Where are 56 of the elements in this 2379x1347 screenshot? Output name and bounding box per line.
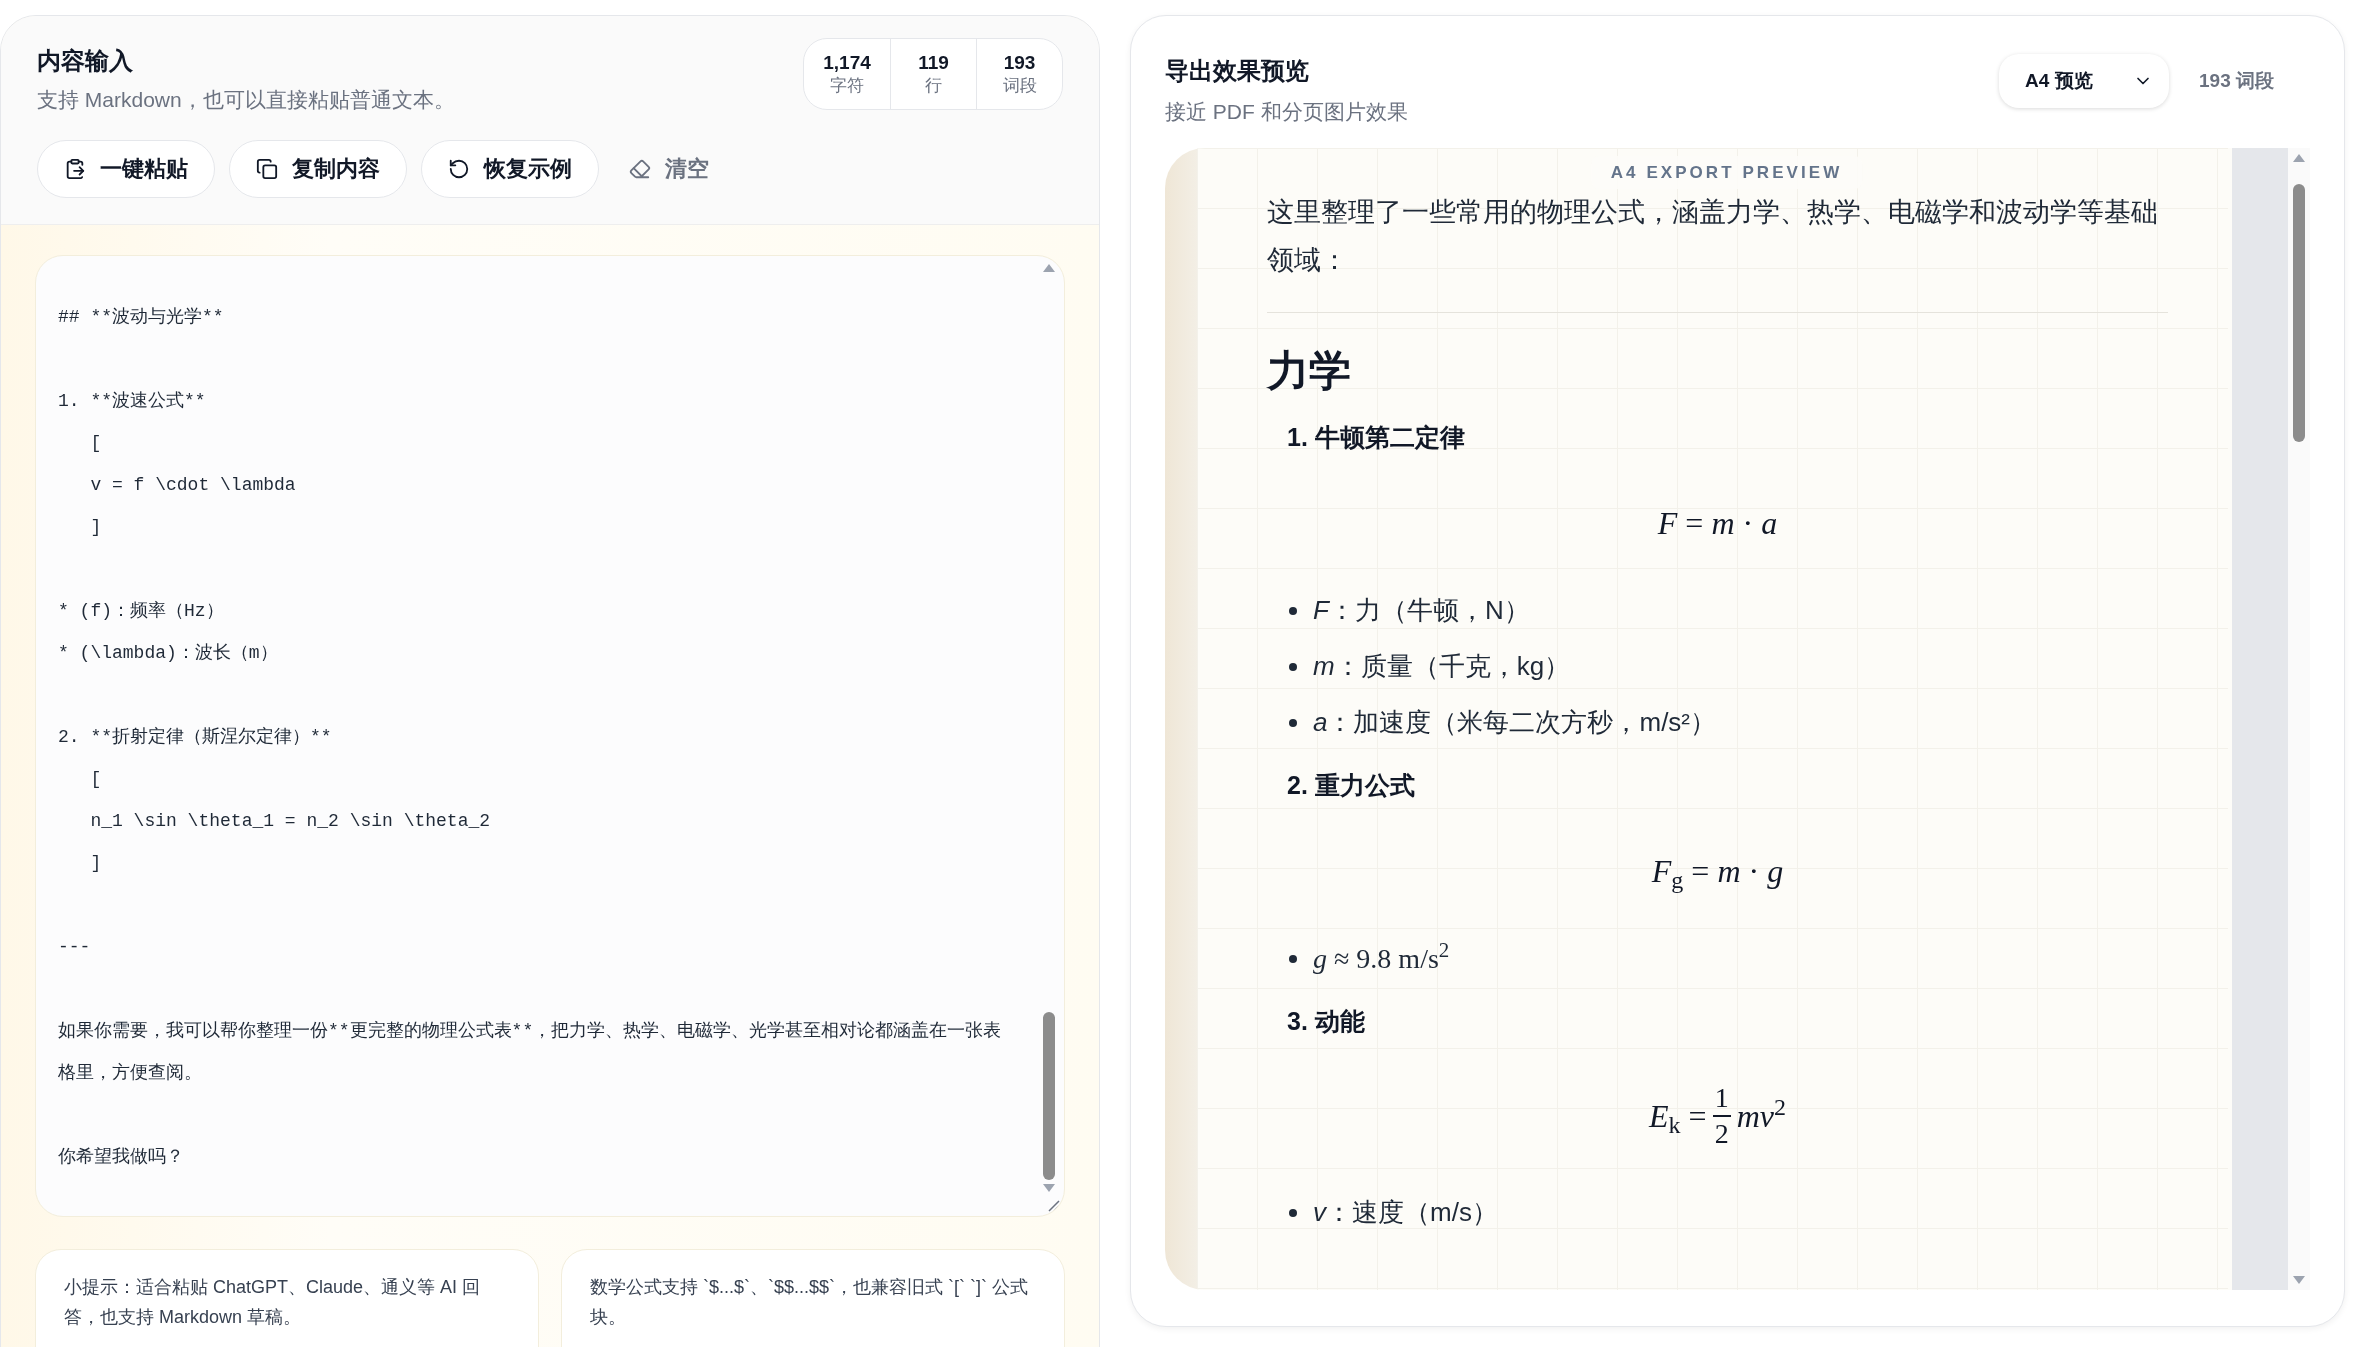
eraser-icon: [629, 157, 651, 180]
stat-value: 193: [1003, 51, 1036, 75]
clipboard-icon: [64, 157, 86, 180]
item-title: 1. 牛顿第二定律: [1287, 421, 1466, 453]
editor-line: 1. **波速公式**: [58, 389, 207, 413]
undo-icon: [448, 157, 470, 180]
editor-line: [: [89, 431, 103, 455]
bullet-icon: [1289, 1208, 1297, 1217]
editor-line: ## **波动与光学**: [58, 305, 225, 329]
bullet-icon: [1289, 662, 1297, 671]
toolbar-button[interactable]: 复制内容: [229, 139, 407, 198]
toolbar-button[interactable]: 清空: [613, 139, 725, 198]
panel-subtitle: 接近 PDF 和分页图片效果: [1165, 99, 1408, 125]
panel-subtitle: 支持 Markdown，也可以直接粘贴普通文本。: [37, 87, 455, 113]
editor-line: 你希望我做吗？: [58, 1145, 185, 1169]
toolbar-button[interactable]: 恢复示例: [421, 139, 599, 198]
bullet-text: a：加速度（米每二次方秒，m/s²）: [1313, 706, 1716, 739]
editor-line: v = f \cdot \lambda: [89, 473, 297, 497]
bullet-text: g ≈ 9.8 m/s$^{2}$: [1313, 937, 1450, 976]
stat-label: 行: [925, 75, 942, 97]
copy-icon: [256, 157, 278, 180]
stat-label: 词段: [1002, 75, 1037, 97]
editor-line: 如果你需要，我可以帮你整理一份**更完整的物理公式表**，把力学、热学、电磁学、光学甚至相对论都涵盖在一张表格里，方便查阅。: [58, 1019, 1003, 1085]
stat-value: 1,174: [823, 51, 871, 75]
bullet-text: v：速度（m/s）: [1313, 1196, 1498, 1229]
preview-paragraph: 这里整理了一些常用的物理公式，涵盖力学、热学、电磁学和波动学等基础领域：: [1267, 195, 2159, 277]
editor-line: n_1 \sin \theta_1 = n_2 \sin \theta_2: [89, 809, 492, 833]
editor-line: [: [89, 767, 103, 791]
tip-card: 数学公式支持 `$...$`、`$$...$$`，也兼容旧式 `[` `]` 公式块。: [561, 1248, 1065, 1347]
tip-card: 小提示：适合粘贴 ChatGPT、Claude、通义等 AI 回答，也支持 Markdown 草稿。: [35, 1248, 539, 1347]
bullet-icon: [1289, 606, 1297, 615]
editor-line: * (f)：频率（Hz）: [58, 599, 225, 623]
editor-line: 2. **折射定律（斯涅尔定律）**: [58, 725, 333, 749]
stat-value: 119: [918, 51, 949, 75]
formula: F$_{g}$ = m · g: [1651, 851, 1784, 895]
bullet-icon: [1289, 954, 1297, 963]
panel-title: 内容输入: [37, 46, 134, 76]
scrollbar[interactable]: [2288, 147, 2310, 1290]
panel-title: 导出效果预览: [1165, 56, 1310, 86]
bullet-text: F：力（牛顿，N）: [1313, 594, 1530, 627]
editor-line: ]: [89, 851, 103, 875]
scrollbar[interactable]: [1042, 263, 1056, 1192]
page-size-select[interactable]: A4 预览: [1999, 54, 2169, 108]
editor-line: * (\lambda)：波长（m）: [58, 641, 279, 665]
toolbar-button[interactable]: 一键粘贴: [37, 139, 215, 198]
section-heading: 力学: [1267, 345, 1352, 396]
word-count: 193 词段: [2199, 68, 2274, 93]
bullet-text: m：质量（千克，kg）: [1313, 650, 1571, 683]
item-title: 2. 重力公式: [1287, 769, 1416, 801]
editor-line: ]: [89, 515, 103, 539]
bullet-icon: [1289, 718, 1297, 727]
item-title: 3. 动能: [1287, 1005, 1366, 1037]
editor-line: ---: [58, 935, 92, 959]
formula: F = m · a: [1657, 503, 1778, 543]
stat-label: 字符: [830, 75, 864, 97]
resize-handle-icon[interactable]: [1046, 1197, 1060, 1212]
